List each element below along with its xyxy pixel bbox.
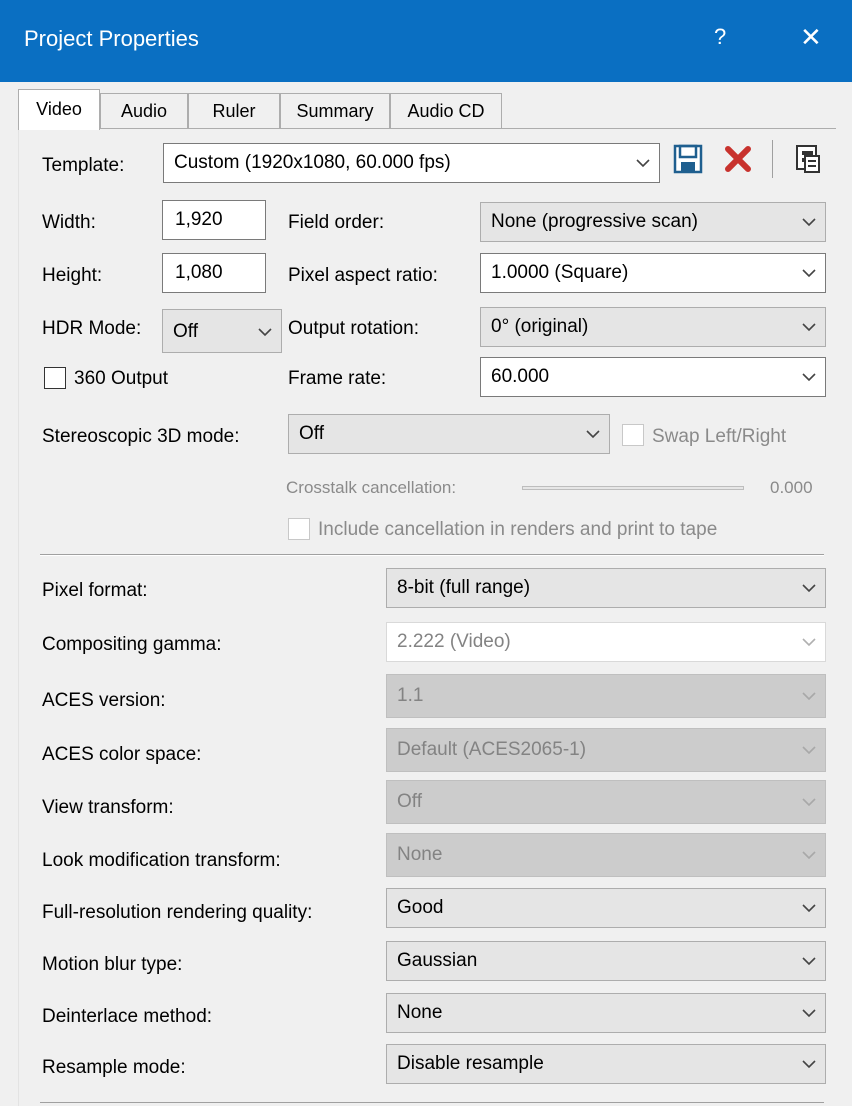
aces-version-label: ACES version: [42,690,166,711]
chevron-down-icon [257,310,273,348]
close-button[interactable]: ✕ [800,22,822,53]
chevron-down-icon [801,308,817,346]
crosstalk-label: Crosstalk cancellation: [286,478,457,497]
template-value: Custom (1920x1080, 60.000 fps) [174,152,451,173]
section-divider-highlight [40,555,824,556]
delete-icon[interactable] [722,143,754,181]
pixel-format-select[interactable]: 8-bit (full range) [386,568,826,608]
output-360-checkbox[interactable] [44,367,66,389]
tab-panel-left-border [18,128,19,1106]
swap-left-right-label: Swap Left/Right [652,426,787,447]
swap-left-right-checkbox[interactable] [622,424,644,446]
tab-video[interactable]: Video [18,89,100,130]
chevron-down-icon [801,942,817,980]
width-input[interactable]: 1,920 [162,200,266,240]
pixel-format-label: Pixel format: [42,580,148,601]
include-cancellation-label: Include cancellation in renders and prin… [318,519,718,540]
height-input[interactable]: 1,080 [162,253,266,293]
pixel-format-value: 8-bit (full range) [397,577,531,598]
look-mod-select[interactable]: None [386,833,826,877]
chevron-down-icon [801,675,817,713]
chevron-down-icon [801,994,817,1032]
field-order-value: None (progressive scan) [491,211,698,232]
deinterlace-label: Deinterlace method: [42,1006,213,1027]
compositing-gamma-label: Compositing gamma: [42,634,222,655]
full-res-value: Good [397,897,444,918]
crosstalk-value: 0.000 [770,478,813,497]
pixel-aspect-label: Pixel aspect ratio: [288,265,438,286]
chevron-down-icon [801,834,817,872]
chevron-down-icon [801,729,817,767]
tab-panel-border [18,128,836,129]
tab-summary[interactable]: Summary [280,93,390,129]
chevron-down-icon [801,623,817,661]
deinterlace-value: None [397,1002,443,1023]
width-label: Width: [42,212,96,233]
stereo-3d-label: Stereoscopic 3D mode: [42,426,240,447]
tab-ruler[interactable]: Ruler [188,93,280,129]
height-label: Height: [42,265,103,286]
motion-blur-label: Motion blur type: [42,954,183,975]
crosstalk-slider[interactable] [522,486,744,490]
view-transform-select[interactable]: Off [386,780,826,824]
tab-audio-cd[interactable]: Audio CD [390,93,502,129]
resample-label: Resample mode: [42,1057,186,1078]
template-label: Template: [42,155,125,176]
resample-value: Disable resample [397,1053,544,1074]
output-rotation-value: 0° (original) [491,316,589,337]
view-transform-label: View transform: [42,797,174,818]
hdr-mode-label: HDR Mode: [42,318,142,339]
look-mod-label: Look modification transform: [42,850,281,871]
chevron-down-icon [585,415,601,453]
pixel-aspect-value: 1.0000 (Square) [491,262,629,283]
look-mod-value: None [397,844,443,865]
deinterlace-select[interactable]: None [386,993,826,1033]
chevron-down-icon [801,781,817,819]
motion-blur-select[interactable]: Gaussian [386,941,826,981]
bottom-divider [40,1102,824,1103]
chevron-down-icon [801,1045,817,1083]
aces-version-value: 1.1 [397,685,424,706]
aces-color-space-label: ACES color space: [42,744,202,765]
frame-rate-select[interactable]: 60.000 [480,357,826,397]
output-rotation-label: Output rotation: [288,318,419,339]
chevron-down-icon [801,569,817,607]
toolbar-divider [772,140,773,178]
motion-blur-value: Gaussian [397,950,478,971]
hdr-mode-select[interactable]: Off [162,309,282,353]
compositing-gamma-value: 2.222 (Video) [397,631,511,652]
copy-icon[interactable] [791,143,823,181]
view-transform-value: Off [397,791,422,812]
chevron-down-icon [801,889,817,927]
aces-color-space-value: Default (ACES2065-1) [397,739,587,760]
full-res-select[interactable]: Good [386,888,826,928]
template-select[interactable]: Custom (1920x1080, 60.000 fps) [163,143,660,183]
chevron-down-icon [801,203,817,241]
stereo-3d-select[interactable]: Off [288,414,610,454]
save-icon[interactable] [672,143,704,181]
pixel-aspect-select[interactable]: 1.0000 (Square) [480,253,826,293]
frame-rate-value: 60.000 [491,366,550,387]
aces-version-select[interactable]: 1.1 [386,674,826,718]
help-button[interactable]: ? [714,24,726,50]
output-rotation-select[interactable]: 0° (original) [480,307,826,347]
output-360-label: 360 Output [74,368,169,389]
hdr-mode-value: Off [173,321,198,342]
field-order-select[interactable]: None (progressive scan) [480,202,826,242]
title-bar: Project Properties ? ✕ [0,0,852,82]
window-title: Project Properties [24,26,199,51]
field-order-label: Field order: [288,212,385,233]
stereo-3d-value: Off [299,423,324,444]
chevron-down-icon [801,254,817,292]
frame-rate-label: Frame rate: [288,368,387,389]
aces-color-space-select[interactable]: Default (ACES2065-1) [386,728,826,772]
compositing-gamma-select[interactable]: 2.222 (Video) [386,622,826,662]
chevron-down-icon [801,358,817,396]
include-cancellation-checkbox[interactable] [288,518,310,540]
chevron-down-icon [635,144,651,182]
resample-select[interactable]: Disable resample [386,1044,826,1084]
full-res-label: Full-resolution rendering quality: [42,902,313,923]
tab-audio[interactable]: Audio [100,93,188,129]
